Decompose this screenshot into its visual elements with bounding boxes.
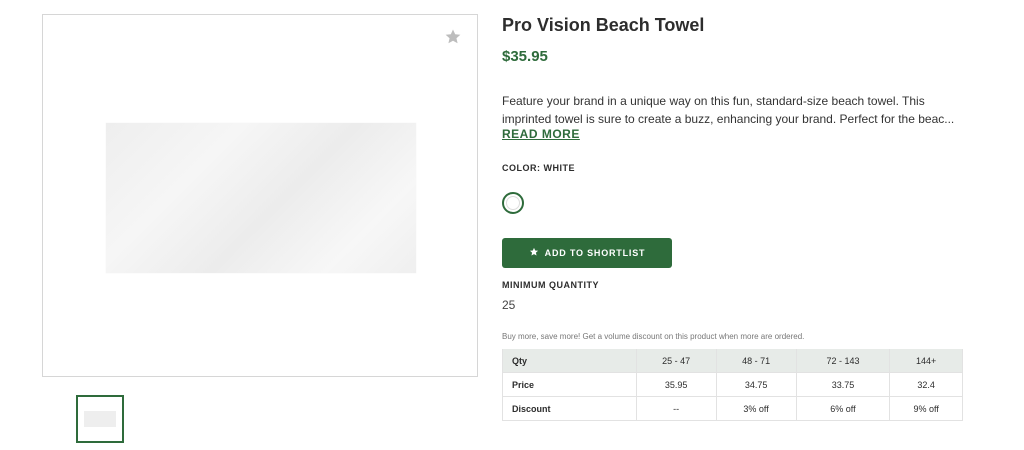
description-line: imprinted towel is sure to create a buzz… [502, 112, 955, 126]
table-row: Discount -- 3% off 6% off 9% off [502, 396, 963, 421]
table-header-cell: Qty [502, 349, 637, 373]
table-header-cell: 25 - 47 [636, 349, 717, 373]
color-label: COLOR: WHITE [502, 163, 575, 173]
table-header-cell: 72 - 143 [796, 349, 891, 373]
add-to-shortlist-button[interactable]: ADD TO SHORTLIST [502, 238, 672, 268]
table-cell: -- [636, 396, 717, 421]
add-to-shortlist-label: ADD TO SHORTLIST [544, 248, 646, 258]
minimum-quantity-label: MINIMUM QUANTITY [502, 280, 599, 290]
product-image-panel [42, 14, 478, 377]
thumbnail-image [84, 411, 116, 427]
table-header-cell: 144+ [889, 349, 963, 373]
read-more-link[interactable]: READ MORE [502, 127, 580, 141]
table-cell: 3% off [716, 396, 797, 421]
product-description: Feature your brand in a unique way on th… [502, 92, 967, 128]
table-cell: 32.4 [889, 372, 963, 397]
table-cell: Discount [502, 396, 637, 421]
table-cell: 33.75 [796, 372, 891, 397]
favorite-star-icon[interactable] [443, 27, 463, 47]
minimum-quantity-value: 25 [502, 298, 516, 312]
product-image [106, 123, 416, 273]
product-thumbnail[interactable] [76, 395, 124, 443]
table-row: Price 35.95 34.75 33.75 32.4 [502, 372, 963, 397]
color-swatch-white[interactable] [502, 192, 524, 214]
product-title: Pro Vision Beach Towel [502, 15, 705, 35]
table-cell: Price [502, 372, 637, 397]
pricing-table: Qty 25 - 47 48 - 71 72 - 143 144+ Price … [502, 349, 963, 421]
table-cell: 35.95 [636, 372, 717, 397]
description-line: Feature your brand in a unique way on th… [502, 94, 925, 108]
table-header-cell: 48 - 71 [716, 349, 797, 373]
swatch-fill [506, 196, 520, 210]
table-cell: 6% off [796, 396, 891, 421]
star-icon [529, 247, 539, 259]
table-header-row: Qty 25 - 47 48 - 71 72 - 143 144+ [502, 349, 963, 373]
table-cell: 34.75 [716, 372, 797, 397]
volume-discount-note: Buy more, save more! Get a volume discou… [502, 332, 805, 341]
table-cell: 9% off [889, 396, 963, 421]
product-price: $35.95 [502, 48, 548, 65]
